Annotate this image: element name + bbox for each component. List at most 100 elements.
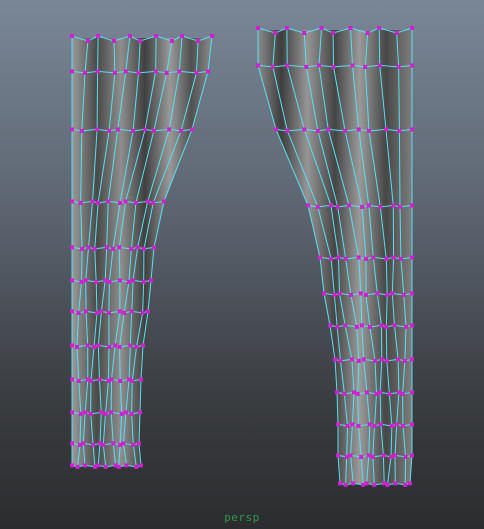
curtain-right-mesh[interactable] (256, 26, 414, 487)
curtain-left-vertex (103, 464, 108, 469)
curtain-left-vertex (104, 245, 109, 250)
curtain-right-vertex (326, 127, 331, 132)
curtain-left-vertex (117, 309, 122, 314)
curtain-right-vertex (410, 291, 414, 296)
curtain-left-vertex (141, 343, 145, 348)
curtain-right-vertex (387, 391, 392, 396)
curtain-left-vertex (99, 410, 104, 415)
curtain-right-vertex (377, 63, 382, 68)
curtain-right-vertex (256, 26, 260, 30)
curtain-left-vertex (91, 442, 96, 447)
curtain-right-vertex (410, 422, 414, 427)
curtain-left-vertex (129, 246, 134, 251)
curtain-left-vertex (75, 464, 80, 469)
curtain-left-vertex (96, 463, 101, 468)
curtain-right-vertex (398, 256, 403, 261)
curtain-left-vertex (177, 69, 182, 74)
curtain-right-vertex (274, 127, 278, 132)
curtain-right-vertex (396, 64, 401, 69)
curtain-right-vertex (350, 63, 355, 68)
curtain-right-vertex (284, 26, 289, 30)
curtain-right-vertex (335, 390, 339, 395)
curtain-right-vertex (390, 291, 395, 296)
curtain-right-vertex (375, 291, 380, 296)
curtain-right-vertex (302, 31, 307, 35)
curtain-left-vertex (123, 410, 128, 415)
perspective-viewport[interactable]: persp (0, 0, 484, 529)
curtain-right-vertex (343, 323, 348, 328)
curtain-right-vertex (394, 31, 399, 35)
curtain-left-vertex (83, 410, 88, 415)
curtain-left-vertex (70, 278, 74, 283)
curtain-left-vertex (85, 39, 90, 43)
curtain-left-vertex (118, 378, 123, 383)
curtain-right-vertex (348, 453, 353, 458)
curtain-right-vertex (356, 255, 361, 260)
curtain-left-vertex (70, 343, 74, 348)
curtain-left-vertex (111, 441, 116, 446)
curtain-right-vertex (379, 323, 384, 328)
scene-canvas[interactable] (0, 0, 484, 529)
curtain-right-vertex (359, 323, 364, 328)
curtain-right-vertex (273, 31, 278, 35)
curtain-left-vertex (97, 377, 102, 382)
curtain-right-vertex (355, 391, 360, 396)
curtain-left-vertex (131, 278, 136, 283)
curtain-right-vertex (384, 324, 389, 329)
curtain-left-vertex (138, 39, 143, 43)
curtain-right-vertex (256, 63, 260, 68)
curtain-right-vertex (352, 390, 356, 395)
curtain-left-vertex (96, 34, 101, 38)
curtain-left-vertex (86, 245, 91, 250)
curtain-right-vertex (335, 324, 340, 329)
curtain-left-vertex (119, 411, 124, 416)
curtain-left-vertex (129, 309, 134, 314)
curtain-right-vertex (351, 481, 356, 486)
curtain-right-vertex (306, 203, 310, 208)
curtain-left-vertex (117, 245, 122, 250)
curtain-right-vertex (374, 391, 379, 396)
curtain-left-vertex (121, 441, 126, 446)
curtain-left-vertex (85, 343, 90, 348)
curtain-right-vertex (401, 292, 406, 297)
curtain-right-vertex (389, 423, 394, 428)
curtain-left-vertex (140, 310, 145, 315)
curtain-right-vertex (393, 453, 397, 458)
curtain-right-vertex (328, 203, 333, 208)
curtain-right-vertex (349, 357, 354, 362)
curtain-right-vertex (358, 291, 363, 296)
curtain-right-vertex (410, 357, 414, 362)
curtain-left-vertex (84, 309, 88, 314)
curtain-left-vertex (190, 127, 194, 132)
curtain-right-vertex (392, 323, 397, 328)
curtain-right-vertex (356, 127, 361, 132)
curtain-right-vertex (378, 204, 383, 209)
curtain-left-vertex (101, 442, 106, 447)
curtain-right-vertex (285, 128, 290, 133)
curtain-left-vertex (116, 464, 121, 469)
curtain-right-vertex (317, 63, 321, 68)
curtain-left-vertex (95, 127, 100, 132)
curtain-left-vertex (128, 343, 133, 348)
camera-name-label: persp (224, 511, 260, 524)
curtain-left-vertex (151, 128, 156, 133)
curtain-right-vertex (384, 358, 389, 363)
curtain-left-vertex (127, 34, 132, 38)
curtain-left-vertex (70, 69, 74, 74)
curtain-right-vertex (318, 255, 322, 260)
curtain-left-surface (72, 38, 212, 466)
curtain-left-vertex (118, 200, 123, 205)
curtain-left-mesh[interactable] (70, 34, 214, 469)
curtain-left-vertex (76, 378, 81, 383)
curtain-right-vertex (331, 31, 336, 35)
curtain-right-vertex (335, 204, 340, 209)
curtain-left-vertex (107, 344, 111, 349)
curtain-left-vertex (179, 128, 183, 133)
curtain-right-vertex (329, 256, 334, 261)
curtain-right-vertex (345, 423, 350, 428)
curtain-left-vertex (117, 344, 122, 349)
curtain-left-vertex (154, 34, 159, 38)
curtain-left-vertex (70, 309, 74, 314)
curtain-right-vertex (378, 390, 383, 395)
curtain-right-vertex (373, 358, 377, 363)
